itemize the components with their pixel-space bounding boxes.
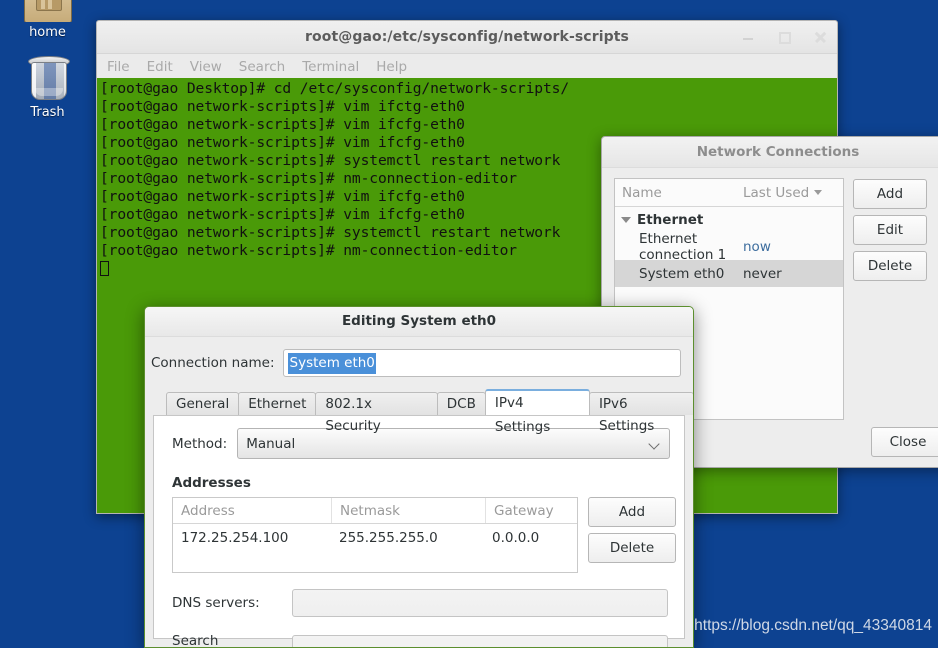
column-header-gateway: Gateway — [494, 502, 554, 519]
column-header-last-used-label: Last Used — [743, 184, 810, 201]
cell-address: 172.25.254.100 — [181, 530, 289, 546]
watermark-text: https://blog.csdn.net/qq_43340814 — [694, 617, 932, 634]
network-connections-title: Network Connections — [602, 137, 938, 168]
text-cursor — [100, 261, 109, 276]
search-domains-row: Search domains: — [154, 617, 684, 648]
edit-connection-dialog: Editing System eth0 Connection name: Sys… — [144, 306, 694, 648]
search-domains-input[interactable] — [292, 635, 668, 647]
edit-dialog-title: Editing System eth0 — [145, 307, 693, 337]
desktop-icon-home[interactable]: home — [0, 0, 95, 40]
menu-item-file[interactable]: File — [107, 59, 130, 75]
terminal-window-buttons — [741, 21, 827, 53]
connection-name-label: Connection name: — [151, 355, 275, 371]
chevron-down-icon — [814, 190, 823, 195]
method-label: Method: — [172, 435, 228, 452]
close-connections-button[interactable]: Close — [871, 427, 938, 457]
terminal-line: [root@gao network-scripts]# vim ifcfg-et… — [100, 116, 465, 133]
cell-netmask: 255.255.255.0 — [339, 530, 438, 546]
delete-connection-button[interactable]: Delete — [853, 251, 927, 281]
chevron-down-icon — [650, 440, 661, 447]
tab-8021x-security[interactable]: 802.1x Security — [315, 392, 438, 434]
addresses-label: Addresses — [172, 475, 251, 491]
connection-row-ethernet-1[interactable]: Ethernet connection 1 now — [615, 230, 843, 263]
folder-icon — [0, 0, 95, 22]
close-icon[interactable] — [813, 30, 827, 44]
connection-last-used: never — [743, 265, 782, 282]
addresses-buttons: Add Delete — [588, 497, 676, 573]
dns-servers-input[interactable] — [292, 589, 668, 617]
triangle-expanded-icon[interactable] — [621, 217, 631, 223]
connection-name: Ethernet connection 1 — [639, 230, 727, 263]
connection-name-row: Connection name: System eth0 — [145, 337, 693, 377]
connection-last-used: now — [743, 238, 771, 255]
edit-connection-button[interactable]: Edit — [853, 215, 927, 245]
tab-ipv4-settings[interactable]: IPv4 Settings — [484, 389, 590, 435]
terminal-menubar: File Edit View Search Terminal Help — [97, 54, 837, 79]
network-connections-footer: Close — [871, 427, 938, 457]
menu-item-view[interactable]: View — [190, 59, 222, 75]
add-address-button[interactable]: Add — [588, 497, 676, 527]
addresses-section: Address Netmask Gateway 172.25.254.100 2… — [154, 497, 684, 573]
cell-gateway: 0.0.0.0 — [492, 530, 540, 546]
minimize-icon[interactable] — [741, 30, 755, 44]
tab-ethernet[interactable]: Ethernet — [238, 392, 317, 415]
trash-icon — [27, 56, 70, 102]
dns-servers-row: DNS servers: — [154, 573, 684, 617]
menu-item-help[interactable]: Help — [376, 59, 407, 75]
settings-tabs: General Ethernet 802.1x Security DCB IPv… — [145, 377, 693, 435]
column-header-address: Address — [173, 498, 332, 523]
desktop-icon-trash[interactable]: Trash — [0, 56, 95, 120]
delete-address-button[interactable]: Delete — [588, 533, 676, 563]
addresses-table[interactable]: Address Netmask Gateway 172.25.254.100 2… — [172, 497, 578, 573]
connections-group-ethernet[interactable]: Ethernet — [615, 207, 843, 233]
dns-servers-label: DNS servers: — [172, 595, 260, 611]
connections-list-header: Name Last Used — [615, 179, 843, 207]
column-header-last-used[interactable]: Last Used — [743, 185, 843, 201]
tab-general[interactable]: General — [166, 392, 240, 415]
desktop-icon-label: home — [29, 25, 66, 40]
desktop-icon-label: Trash — [30, 105, 65, 120]
connection-name: System eth0 — [639, 265, 725, 282]
desktop-icon-area: home Trash — [0, 0, 95, 120]
terminal-line: [root@gao Desktop]# cd /etc/sysconfig/ne… — [100, 80, 570, 97]
column-header-name[interactable]: Name — [615, 185, 743, 201]
ipv4-settings-panel: Method: Manual Addresses Address Netmask… — [153, 415, 685, 647]
connections-group-label: Ethernet — [637, 212, 704, 228]
menu-item-terminal[interactable]: Terminal — [302, 59, 359, 75]
tab-dcb[interactable]: DCB — [436, 392, 486, 415]
connection-name-value: System eth0 — [287, 352, 376, 374]
table-empty-area — [173, 552, 577, 572]
terminal-titlebar[interactable]: root@gao:/etc/sysconfig/network-scripts — [97, 21, 837, 54]
search-domains-label: Search domains: — [172, 633, 219, 648]
menu-item-edit[interactable]: Edit — [147, 59, 173, 75]
maximize-icon[interactable] — [777, 30, 791, 44]
table-row[interactable]: 172.25.254.100 255.255.255.0 0.0.0.0 — [173, 524, 577, 552]
terminal-line: [root@gao network-scripts]# vim ifctg-et… — [100, 98, 465, 115]
menu-item-search[interactable]: Search — [239, 59, 285, 75]
connection-row-system-eth0[interactable]: System eth0 never — [615, 260, 843, 287]
tab-ipv6-settings[interactable]: IPv6 Settings — [588, 392, 693, 434]
addresses-table-header: Address Netmask Gateway — [173, 498, 577, 524]
column-header-netmask: Netmask — [332, 498, 486, 523]
add-connection-button[interactable]: Add — [853, 179, 927, 209]
connection-name-input[interactable]: System eth0 — [282, 349, 681, 377]
method-value: Manual — [246, 435, 296, 452]
connections-action-buttons: Add Edit Delete — [853, 178, 927, 420]
terminal-title: root@gao:/etc/sysconfig/network-scripts — [305, 29, 629, 45]
